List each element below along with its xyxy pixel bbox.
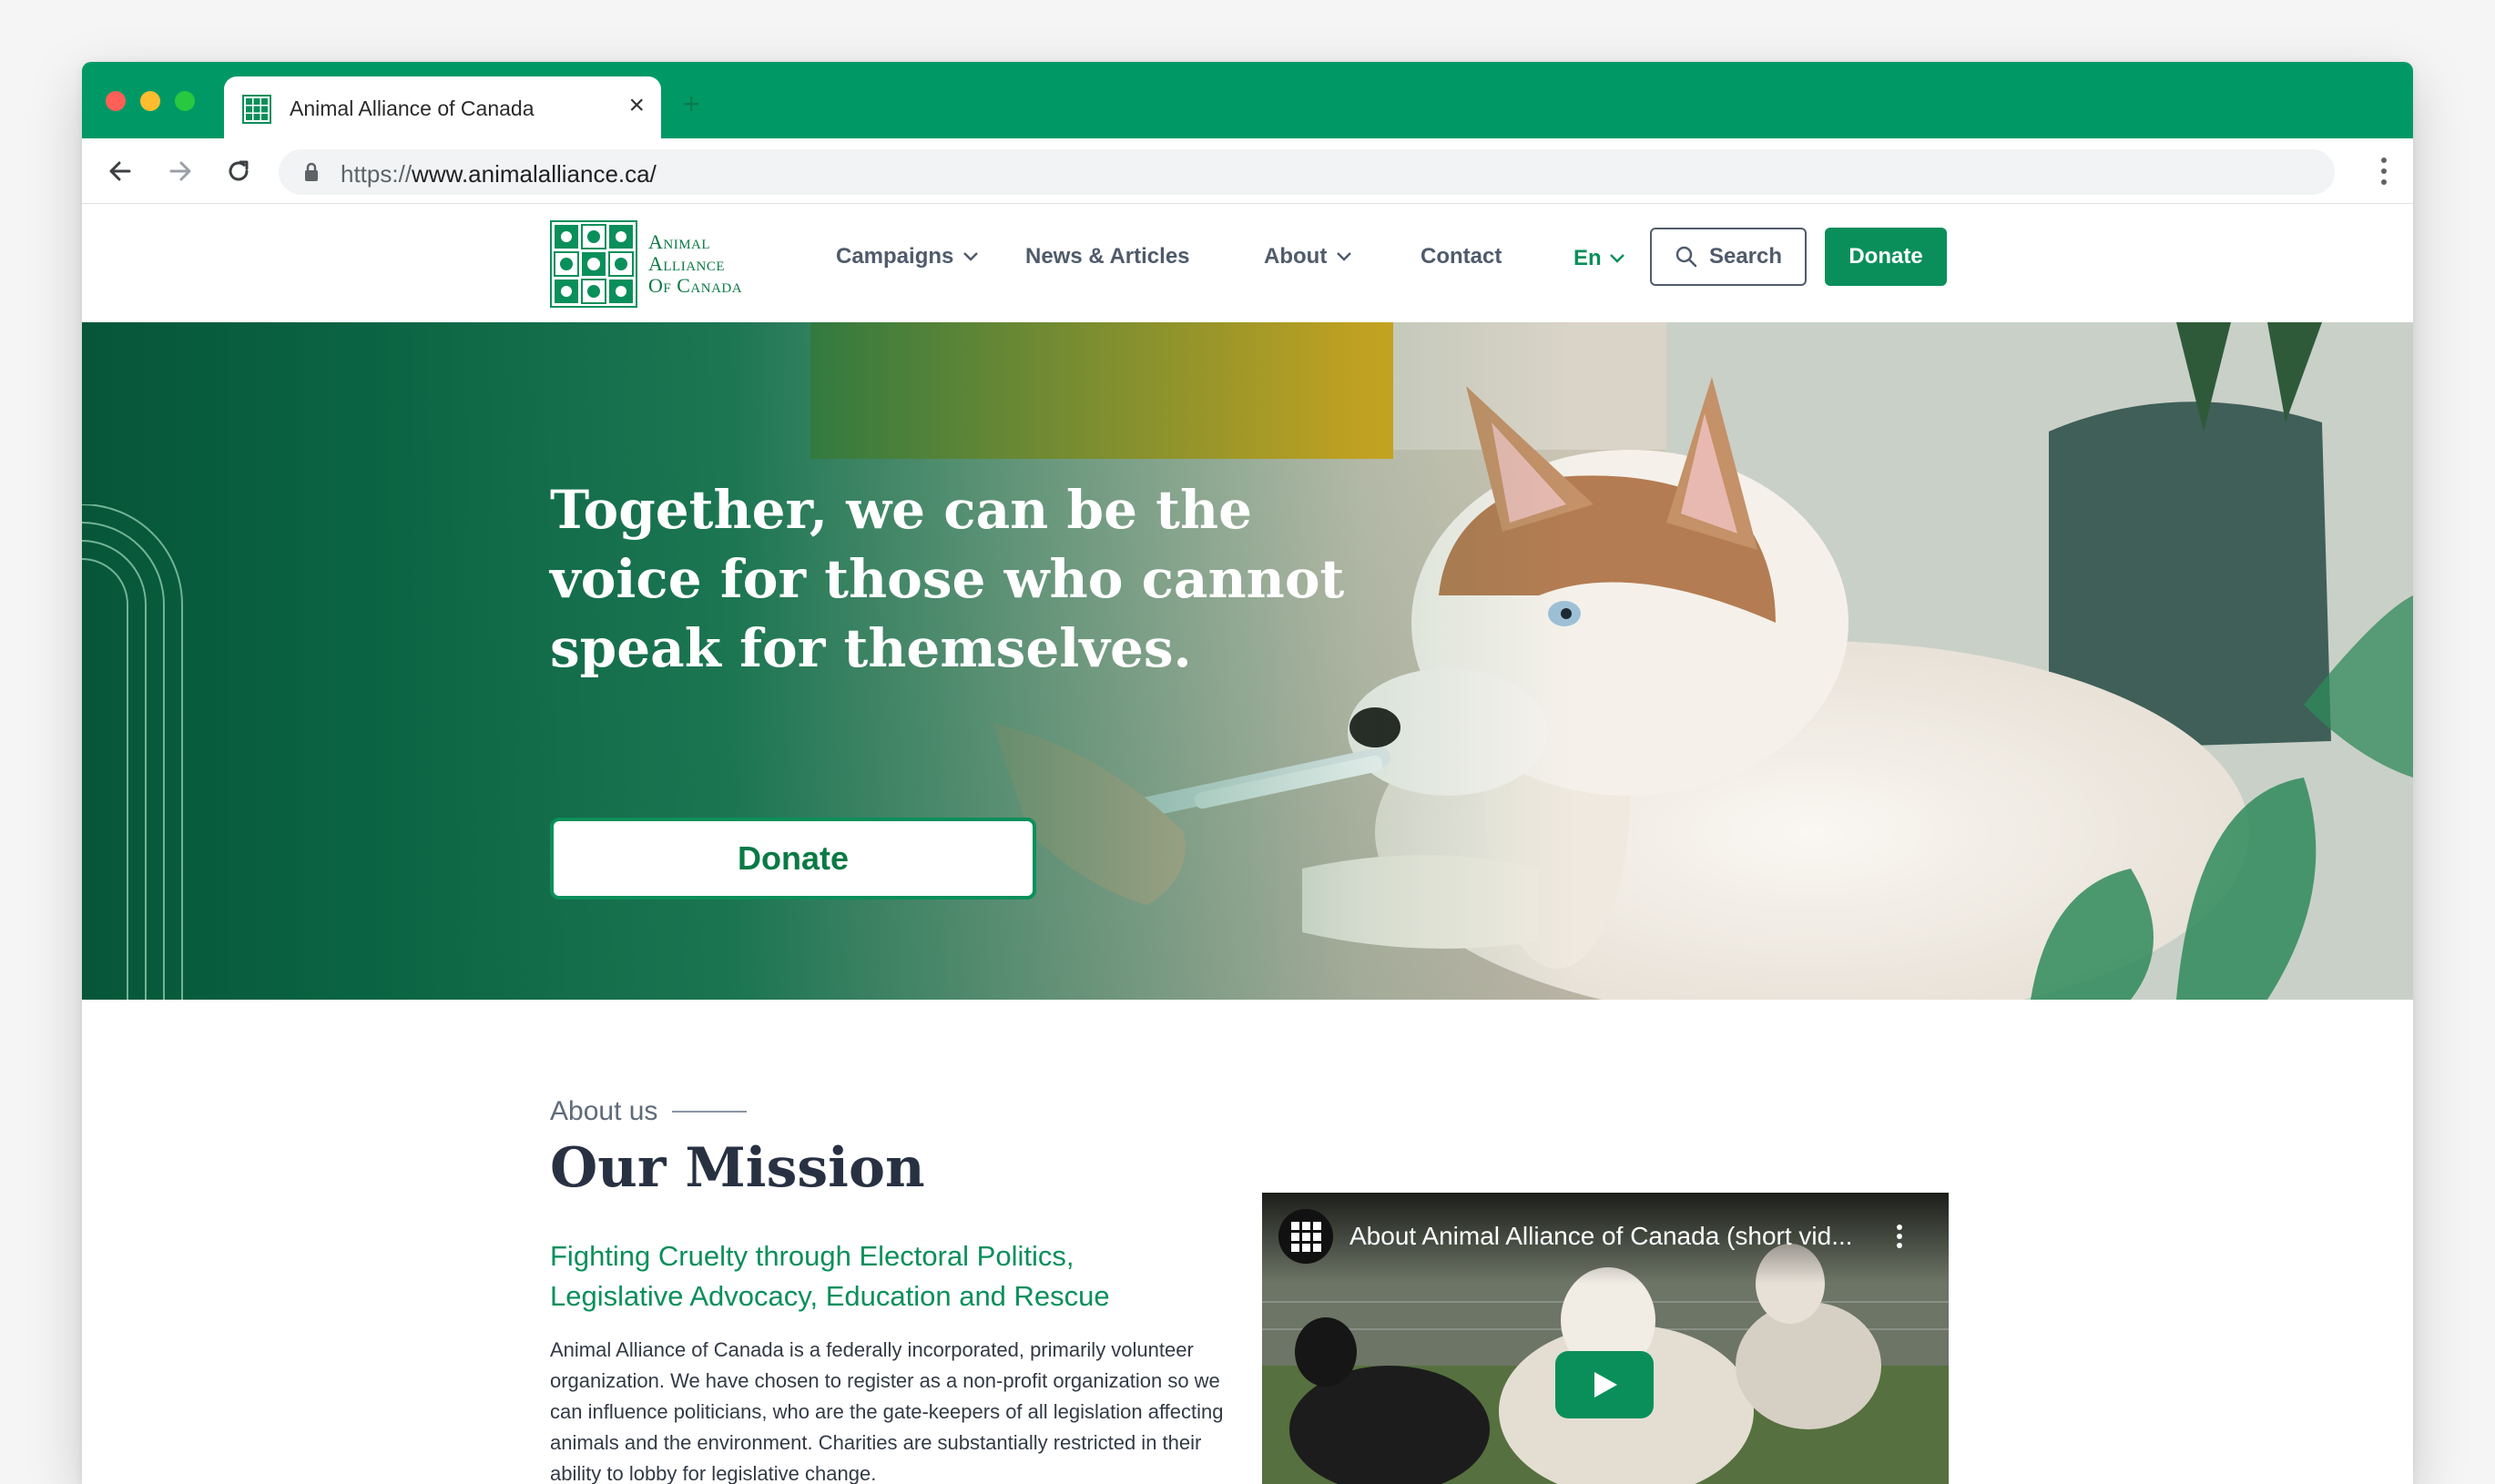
url-text: https://www.animalalliance.ca/ [341, 160, 657, 188]
hero-title: Together, we can be the voice for those … [550, 479, 1345, 679]
mission-subtitle: Fighting Cruelty through Electoral Polit… [550, 1240, 1110, 1312]
favicon-icon [242, 95, 271, 124]
nav-campaigns-label: Campaigns [836, 244, 954, 269]
minimize-window-button[interactable] [140, 91, 160, 111]
logo-wordmark: Animal Alliance Of Canada [648, 231, 742, 297]
play-icon [1594, 1372, 1617, 1398]
mission-body: Animal Alliance of Canada is a federally… [550, 1338, 1224, 1484]
hero-donate-button[interactable]: Donate [550, 818, 1036, 900]
browser-window: Animal Alliance of Canada × + https://ww… [82, 62, 2413, 1484]
logo-mark-icon [550, 220, 637, 308]
maximize-window-button[interactable] [175, 91, 195, 111]
reload-icon[interactable] [222, 155, 255, 188]
chevron-down-icon [1337, 252, 1352, 261]
browser-toolbar: https://www.animalalliance.ca/ [82, 138, 2413, 204]
nav-news-label: News & Articles [1025, 244, 1190, 269]
back-icon[interactable] [104, 155, 137, 188]
logo-line-1: Animal [648, 230, 711, 253]
eyebrow-divider [672, 1111, 748, 1113]
tab-title: Animal Alliance of Canada [290, 97, 535, 120]
url-domain: www.animalalliance.ca/ [412, 160, 657, 188]
new-tab-button[interactable]: + [683, 89, 700, 118]
chevron-down-icon [1609, 254, 1624, 263]
decorative-arcs [82, 504, 183, 1000]
lock-icon [305, 162, 318, 181]
video-title[interactable]: About Animal Alliance of Canada (short v… [1349, 1222, 1853, 1251]
language-selector[interactable]: En [1573, 246, 1625, 271]
hero-banner: Together, we can be the voice for those … [82, 322, 2413, 1000]
site-header: Animal Alliance Of Canada Campaigns News… [82, 204, 2413, 322]
nav-contact[interactable]: Contact [1421, 244, 1502, 269]
channel-avatar-icon[interactable] [1278, 1209, 1333, 1264]
play-button[interactable] [1555, 1351, 1654, 1418]
nav-about[interactable]: About [1264, 244, 1352, 269]
kebab-menu-icon[interactable] [2380, 157, 2388, 186]
forward-icon[interactable] [164, 155, 197, 188]
browser-tab[interactable]: Animal Alliance of Canada × [224, 76, 661, 138]
eyebrow-label: About us [550, 1096, 658, 1126]
nav-campaigns[interactable]: Campaigns [836, 244, 979, 269]
chevron-down-icon [963, 252, 979, 261]
search-icon [1675, 246, 1697, 268]
video-embed[interactable]: About Animal Alliance of Canada (short v… [1262, 1193, 1949, 1484]
section-eyebrow: About us [550, 1096, 748, 1127]
tab-close-icon[interactable]: × [628, 91, 645, 120]
video-more-icon[interactable] [1896, 1224, 1903, 1249]
tab-bar: Animal Alliance of Canada × + [82, 62, 2413, 138]
search-button[interactable]: Search [1650, 228, 1807, 286]
search-label: Search [1708, 244, 1783, 269]
nav-contact-label: Contact [1421, 244, 1502, 269]
address-bar[interactable]: https://www.animalalliance.ca/ [279, 149, 2335, 195]
nav-news-articles[interactable]: News & Articles [1025, 244, 1190, 269]
close-window-button[interactable] [106, 91, 126, 111]
logo-line-2: Alliance [648, 252, 726, 275]
site-logo[interactable]: Animal Alliance Of Canada [550, 220, 759, 308]
url-scheme: https:// [341, 160, 412, 188]
language-label: En [1573, 246, 1602, 270]
nav-about-label: About [1264, 244, 1328, 269]
logo-line-3: Of Canada [648, 274, 743, 297]
header-donate-button[interactable]: Donate [1825, 228, 1947, 286]
mission-title: Our Mission [550, 1136, 925, 1200]
